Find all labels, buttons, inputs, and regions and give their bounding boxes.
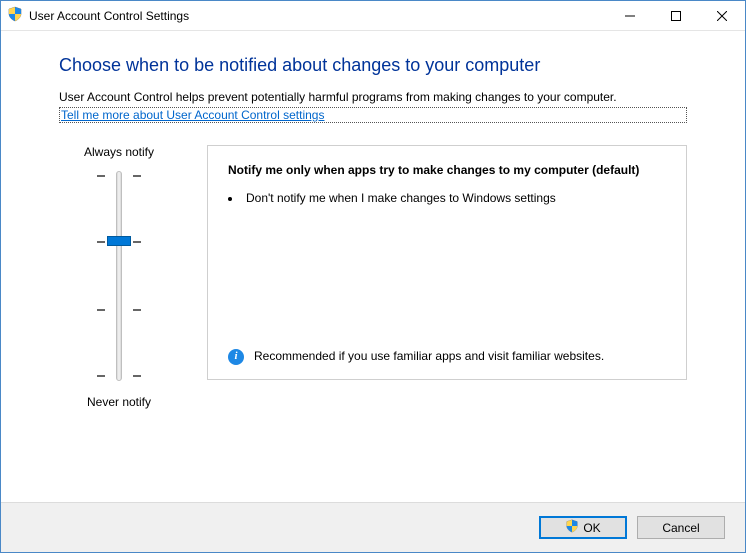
cancel-button[interactable]: Cancel — [637, 516, 725, 539]
minimize-button[interactable] — [607, 1, 653, 31]
slider-tick — [89, 375, 149, 376]
slider-thumb[interactable] — [107, 236, 131, 246]
maximize-button[interactable] — [653, 1, 699, 31]
info-panel: Notify me only when apps try to make cha… — [207, 145, 687, 380]
info-icon: i — [228, 349, 244, 365]
slider-tick — [89, 309, 149, 310]
window-title: User Account Control Settings — [29, 9, 607, 23]
recommendation-text: Recommended if you use familiar apps and… — [254, 348, 604, 365]
uac-shield-icon — [7, 6, 23, 25]
description-text: User Account Control helps prevent poten… — [59, 90, 687, 106]
learn-more-link[interactable]: Tell me more about User Account Control … — [59, 107, 687, 123]
slider-bottom-label: Never notify — [87, 395, 151, 409]
level-bullets: Don't notify me when I make changes to W… — [242, 190, 666, 211]
bullet-item: Don't notify me when I make changes to W… — [242, 190, 666, 207]
level-title: Notify me only when apps try to make cha… — [228, 162, 666, 179]
content-area: Choose when to be notified about changes… — [1, 31, 745, 502]
uac-settings-window: User Account Control Settings Choose whe… — [0, 0, 746, 553]
slider-top-label: Always notify — [84, 145, 154, 159]
body-area: Always notify Never notify Notify me onl… — [59, 145, 687, 409]
ok-button-label: OK — [583, 521, 600, 535]
cancel-button-label: Cancel — [662, 521, 699, 535]
button-bar: OK Cancel — [1, 502, 745, 552]
slider-tick — [89, 175, 149, 176]
slider-column: Always notify Never notify — [59, 145, 179, 409]
ok-button[interactable]: OK — [539, 516, 627, 539]
recommendation-row: i Recommended if you use familiar apps a… — [228, 348, 666, 365]
close-button[interactable] — [699, 1, 745, 31]
notification-slider[interactable] — [89, 171, 149, 381]
uac-shield-icon — [565, 519, 579, 536]
page-heading: Choose when to be notified about changes… — [59, 55, 687, 76]
slider-track — [116, 171, 122, 381]
titlebar: User Account Control Settings — [1, 1, 745, 31]
